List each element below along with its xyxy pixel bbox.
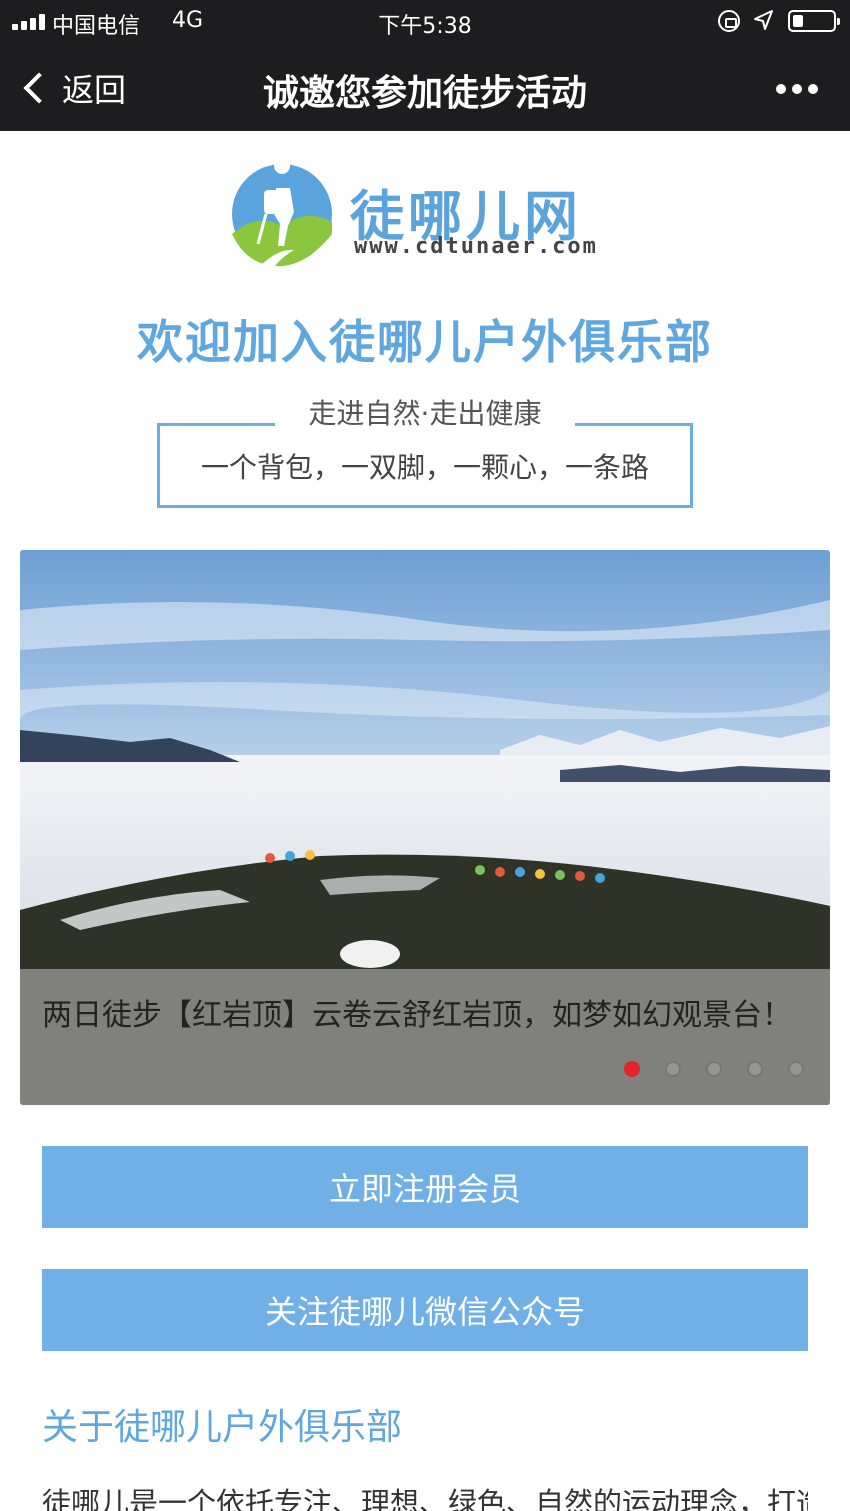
more-menu-button[interactable] [776, 84, 818, 94]
status-bar: 中国电信 4G 下午5:38 [0, 0, 850, 44]
carousel-indicators [624, 1061, 804, 1077]
nav-bar: 返回 诚邀您参加徒步活动 [0, 44, 850, 131]
carousel-dot[interactable] [747, 1061, 763, 1077]
top-bar: 中国电信 4G 下午5:38 返回 诚邀您参加徒步活动 [0, 0, 850, 131]
welcome-heading: 欢迎加入徒哪儿户外俱乐部 [137, 315, 713, 369]
location-icon [754, 10, 773, 30]
battery-icon [788, 10, 840, 32]
logo-url: www.cdtunaer.com [354, 234, 598, 259]
carousel-dot[interactable] [788, 1061, 804, 1077]
page-title: 诚邀您参加徒步活动 [262, 73, 587, 114]
carousel-dot[interactable] [665, 1061, 681, 1077]
slogan-bottom: 一个背包，一双脚，一颗心，一条路 [200, 451, 649, 484]
follow-wechat-button[interactable]: 关注徒哪儿微信公众号 [42, 1269, 808, 1351]
rotation-lock-icon [718, 10, 740, 32]
caption-text: 两日徒步【红岩顶】云卷云舒红岩顶，如梦如幻观景台！ [42, 998, 792, 1033]
hiker-logo-icon [232, 164, 332, 270]
carousel-caption: 两日徒步【红岩顶】云卷云舒红岩顶，如梦如幻观景台！ [20, 969, 830, 1105]
about-text: 徒哪儿是一个依托专注、理想、绿色、自然的运动理念，打造专 [42, 1486, 808, 1511]
slogan-top: 走进自然·走出健康 [0, 392, 850, 432]
site-logo: 徒哪儿网 www.cdtunaer.com [228, 160, 628, 280]
about-heading: 关于徒哪儿户外俱乐部 [42, 1407, 403, 1448]
photo-carousel[interactable]: 两日徒步【红岩顶】云卷云舒红岩顶，如梦如幻观景台！ [20, 550, 830, 1105]
register-member-button[interactable]: 立即注册会员 [42, 1146, 808, 1228]
more-dots-icon [776, 84, 786, 94]
carousel-dot[interactable] [706, 1061, 722, 1077]
carousel-dot[interactable] [624, 1061, 640, 1077]
slogan-top-text: 走进自然·走出健康 [274, 392, 576, 432]
